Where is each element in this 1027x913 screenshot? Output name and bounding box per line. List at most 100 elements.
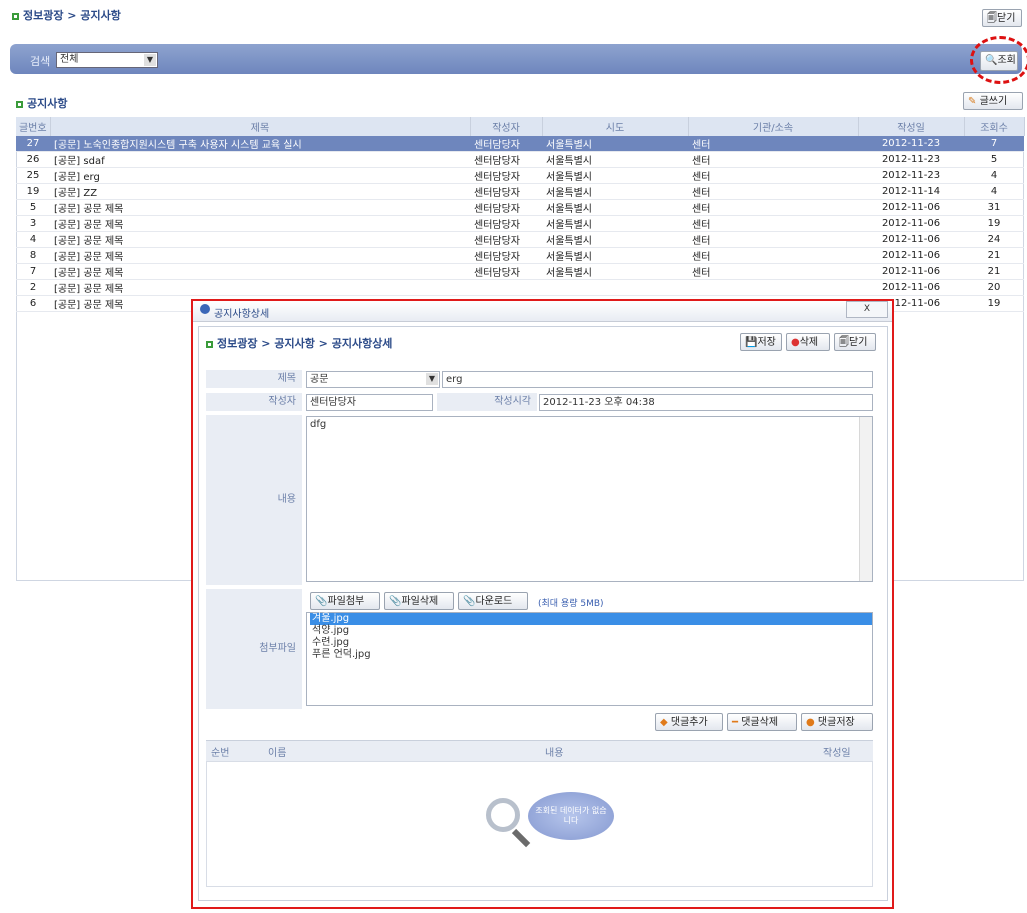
close-doc-icon: 🗐 [987,13,997,24]
comment-delete-button[interactable]: ━ 댓글삭제 [727,713,797,731]
close-page-button[interactable]: 🗐닫기 [982,9,1022,27]
table-row[interactable]: 7 [공문] 공문 제목 센터담당자 서울특별시 센터 2012-11-06 2… [16,263,1024,280]
cell-views: 19 [964,215,1024,232]
author-label: 작성자 [206,393,302,411]
table-row[interactable]: 19 [공문] ZZ 센터담당자 서울특별시 센터 2012-11-14 4 [16,183,1024,200]
cell-sido: 서울특별시 [542,263,688,280]
written-time-field: 2012-11-23 오후 04:38 [539,394,873,411]
cell-sido [542,279,688,296]
comment-col-seq[interactable]: 순번 [211,744,229,759]
attached-file-list[interactable]: 겨울.jpg 석양.jpg 수련.jpg 푸른 언덕.jpg [306,612,873,706]
search-label: 검색 [30,55,51,68]
save-button[interactable]: 💾저장 [740,333,782,351]
cell-date: 2012-11-06 [858,231,964,248]
close-doc-icon: 🗐 [839,337,849,348]
cell-no: 2 [16,279,50,296]
minus-icon: ━ [732,717,739,728]
file-item[interactable]: 수련.jpg [310,637,872,649]
file-delete-button[interactable]: 📎파일삭제 [384,592,454,610]
cell-author: 센터담당자 [470,199,542,216]
cell-views: 19 [964,295,1024,312]
col-org[interactable]: 기관/소속 [688,117,859,136]
comment-col-name[interactable]: 이름 [268,744,286,759]
table-row[interactable]: 2 [공문] 공문 제목 2012-11-06 20 [16,279,1024,296]
cell-views: 21 [964,263,1024,280]
cell-sido: 서울특별시 [542,136,688,152]
dialog-breadcrumb: 정보광장 > 공지사항 > 공지사항상세 [206,335,392,351]
cell-views: 7 [964,136,1024,152]
table-row[interactable]: 26 [공문] sdaf 센터담당자 서울특별시 센터 2012-11-23 5 [16,151,1024,168]
dialog-close-action-button[interactable]: 🗐닫기 [834,333,876,351]
disk-icon: 💾 [745,337,758,348]
cell-views: 24 [964,231,1024,248]
delete-button[interactable]: ●삭제 [786,333,830,351]
col-no[interactable]: 글번호 [16,117,51,136]
cell-author: 센터담당자 [470,136,542,152]
table-row[interactable]: 27 [공문] 노숙인종합지원시스템 구축 사용자 시스템 교육 실시 센터담당… [16,136,1024,152]
file-attach-button[interactable]: 📎파일첨부 [310,592,380,610]
col-sido[interactable]: 시도 [542,117,689,136]
col-views[interactable]: 조회수 [964,117,1025,136]
content-label: 내용 [206,415,302,585]
cell-org: 센터 [688,263,858,280]
cell-author [470,279,542,296]
file-download-button[interactable]: 📎다운로드 [458,592,528,610]
cell-title: [공문] ZZ [50,183,470,200]
attach-icon: 📎 [315,596,328,607]
cell-title: [공문] 공문 제목 [50,263,470,280]
breadcrumb: 정보광장 > 공지사항 [12,7,121,23]
table-row[interactable]: 5 [공문] 공문 제목 센터담당자 서울특별시 센터 2012-11-06 3… [16,199,1024,216]
subject-input[interactable]: erg [442,371,873,388]
cell-views: 20 [964,279,1024,296]
cell-views: 4 [964,183,1024,200]
cell-no: 27 [16,136,50,152]
pencil-icon: ✎ [968,96,977,107]
cell-title: [공문] 공문 제목 [50,247,470,264]
cell-org: 센터 [688,136,858,152]
cell-no: 25 [16,167,50,184]
table-row[interactable]: 4 [공문] 공문 제목 센터담당자 서울특별시 센터 2012-11-06 2… [16,231,1024,248]
cell-date: 2012-11-23 [858,167,964,184]
comment-add-button[interactable]: ◆ 댓글추가 [655,713,723,731]
table-row[interactable]: 3 [공문] 공문 제목 센터담당자 서울특별시 센터 2012-11-06 1… [16,215,1024,232]
search-scope-select[interactable]: 전체 ▼ [56,52,158,68]
cell-date: 2012-11-23 [858,151,964,168]
content-text: dfg [310,419,327,430]
table-row[interactable]: 25 [공문] erg 센터담당자 서울특별시 센터 2012-11-23 4 [16,167,1024,184]
file-item[interactable]: 겨울.jpg [310,613,872,625]
subject-type-select[interactable]: 공문 ▼ [306,371,440,388]
cell-author: 센터담당자 [470,231,542,248]
col-author[interactable]: 작성자 [470,117,543,136]
comment-save-button[interactable]: ● 댓글저장 [801,713,873,731]
cell-sido: 서울특별시 [542,247,688,264]
cell-no: 3 [16,215,50,232]
table-row[interactable]: 8 [공문] 공문 제목 센터담당자 서울특별시 센터 2012-11-06 2… [16,247,1024,264]
cell-title: [공문] erg [50,167,470,184]
cell-author: 센터담당자 [470,263,542,280]
comment-col-date[interactable]: 작성일 [823,744,851,759]
file-item[interactable]: 석양.jpg [310,625,872,637]
file-item[interactable]: 푸른 언덕.jpg [310,649,872,661]
download-icon: 📎 [463,596,476,607]
write-button[interactable]: ✎ 글쓰기 [963,92,1023,110]
content-textarea[interactable]: dfg [306,416,873,582]
cell-date: 2012-11-06 [858,263,964,280]
dialog-close-button[interactable]: X [846,301,888,318]
cell-title: [공문] 공문 제목 [50,231,470,248]
author-field: 센터담당자 [306,394,433,411]
comment-col-content[interactable]: 내용 [545,744,563,759]
chevron-down-icon: ▼ [144,54,156,66]
cell-org: 센터 [688,151,858,168]
content-scrollbar[interactable] [859,417,872,581]
col-date[interactable]: 작성일 [858,117,965,136]
magnifier-handle-icon [511,828,531,848]
cell-org: 센터 [688,167,858,184]
save-icon: ● [806,717,815,728]
col-title[interactable]: 제목 [50,117,471,136]
cell-views: 31 [964,199,1024,216]
dialog-titlebar[interactable] [193,301,892,322]
cell-sido: 서울특별시 [542,183,688,200]
cell-title: [공문] 노숙인종합지원시스템 구축 사용자 시스템 교육 실시 [50,136,470,152]
cell-date: 2012-11-06 [858,215,964,232]
cell-org [688,279,858,296]
